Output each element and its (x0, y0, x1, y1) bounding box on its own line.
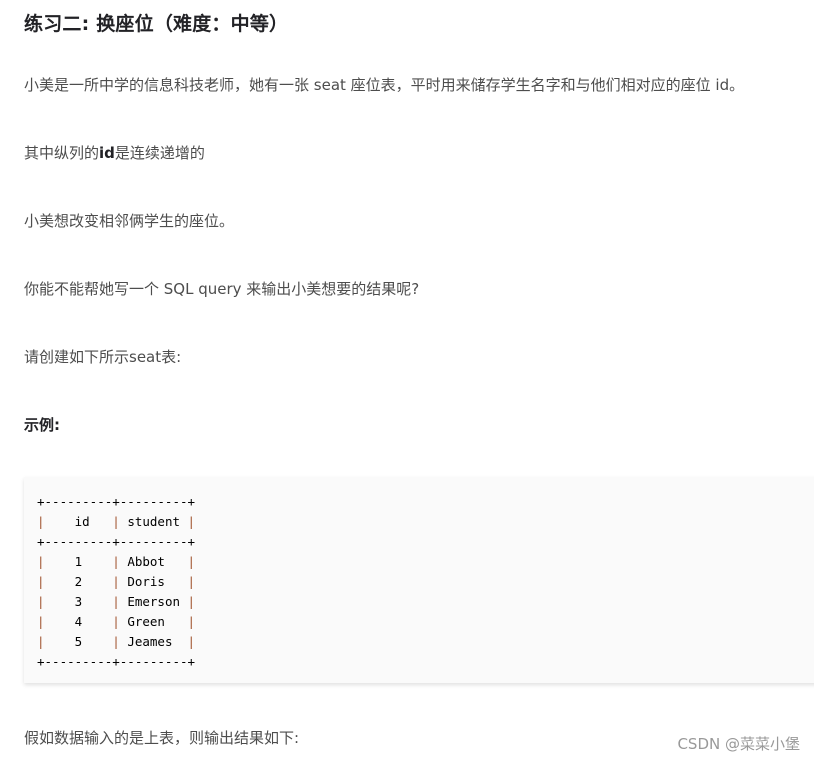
pipe-char: | (187, 574, 196, 589)
pipe-char: | (112, 634, 120, 649)
seat-table-ascii: +---------+---------+ | id | student | +… (37, 492, 195, 672)
example-heading: 示例: (24, 416, 60, 434)
code-block[interactable]: +---------+---------+ | id | student | +… (24, 477, 814, 683)
id-desc-after: 是连续递增的 (114, 144, 205, 162)
pipe-char: | (112, 574, 120, 589)
table-row: | 2 | Doris | (37, 574, 196, 589)
table-row: | 1 | Abbot | (37, 554, 196, 569)
table-row: | 4 | Green | (37, 614, 196, 629)
csdn-watermark: CSDN @菜菜小堡 (677, 735, 800, 753)
id-keyword: id (99, 144, 115, 162)
pipe-char: | (187, 554, 196, 569)
pipe-char: | (37, 594, 45, 609)
pipe-char: | (187, 514, 196, 529)
pipe-char: | (37, 574, 45, 589)
swap-paragraph: 小美想改变相邻俩学生的座位。 (24, 212, 235, 230)
pipe-char: | (112, 594, 120, 609)
pipe-char: | (37, 634, 45, 649)
pipe-char: | (37, 514, 45, 529)
id-description-paragraph: 其中纵列的id是连续递增的 (24, 141, 205, 165)
id-desc-before: 其中纵列的 (24, 144, 100, 162)
create-table-paragraph: 请创建如下所示seat表: (24, 348, 182, 366)
table-border: +---------+---------+ (37, 494, 196, 509)
exercise-title: 练习二: 换座位（难度：中等） (24, 13, 289, 35)
table-border: +---------+---------+ (37, 654, 196, 669)
pipe-char: | (112, 614, 120, 629)
question-paragraph: 你能不能帮她写一个 SQL query 来输出小美想要的结果呢? (24, 280, 420, 298)
table-header-row: | id | student | (37, 514, 196, 529)
pipe-char: | (112, 514, 120, 529)
table-row: | 3 | Emerson | (37, 594, 196, 609)
pipe-char: | (187, 594, 196, 609)
table-row: | 5 | Jeames | (37, 634, 196, 649)
pipe-char: | (37, 614, 45, 629)
pipe-char: | (187, 614, 196, 629)
output-intro-paragraph: 假如数据输入的是上表，则输出结果如下: (24, 729, 300, 747)
pipe-char: | (112, 554, 120, 569)
table-border: +---------+---------+ (37, 534, 196, 549)
pipe-char: | (187, 634, 196, 649)
intro-paragraph: 小美是一所中学的信息科技老师，她有一张 seat 座位表，平时用来储存学生名字和… (24, 76, 745, 94)
pipe-char: | (37, 554, 45, 569)
